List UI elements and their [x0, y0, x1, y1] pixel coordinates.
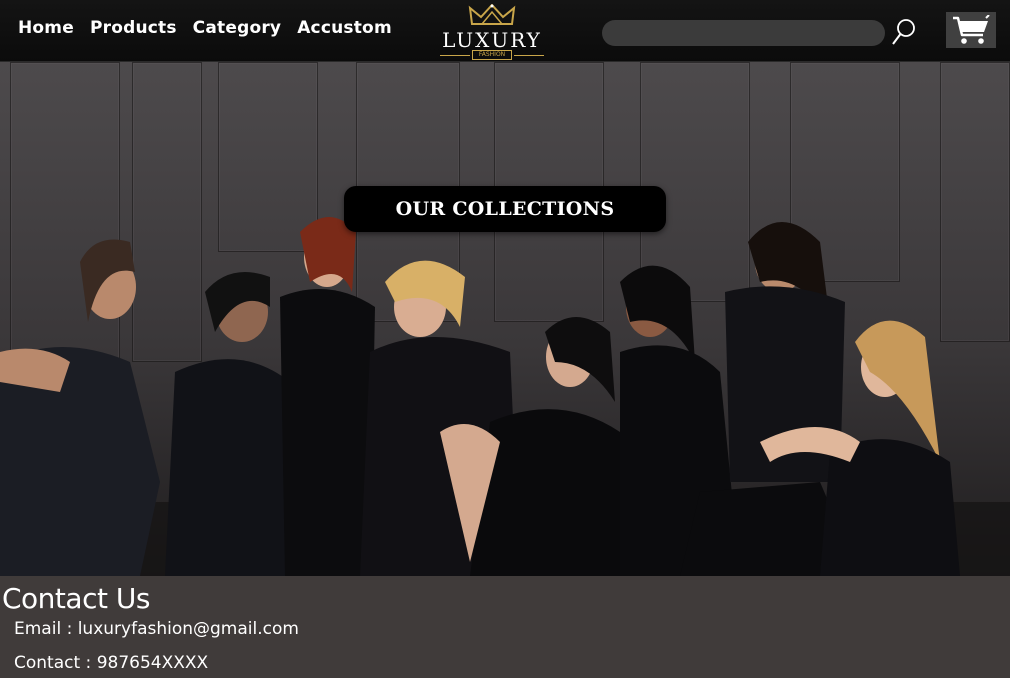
- contact-section: Contact Us Email : luxuryfashion@gmail.c…: [0, 576, 1010, 678]
- nav-accustom-link[interactable]: Accustom: [297, 18, 392, 38]
- cart-button[interactable]: [946, 12, 996, 48]
- models-group-illustration: [0, 217, 1010, 576]
- nav-products-link[interactable]: Products: [90, 18, 177, 38]
- logo-rule-right: [514, 55, 544, 56]
- phone-label: Contact :: [14, 653, 97, 673]
- contact-heading: Contact Us: [2, 582, 150, 615]
- main-nav: Home Products Category Accustom: [18, 18, 392, 38]
- contact-phone-row: Contact : 987654XXXX: [14, 653, 208, 673]
- nav-category-link[interactable]: Category: [193, 18, 282, 38]
- phone-value: 987654XXXX: [96, 653, 209, 673]
- email-value[interactable]: luxuryfashion@gmail.com: [78, 619, 299, 639]
- search-icon: [892, 19, 915, 45]
- logo-subtitle: FASHION: [472, 50, 512, 60]
- email-label: Email :: [14, 619, 78, 639]
- site-header: Home Products Category Accustom LUXURY F…: [0, 0, 1010, 62]
- hero-banner: OUR COLLECTIONS: [0, 62, 1010, 576]
- search-button[interactable]: [890, 16, 918, 48]
- logo-rule-left: [440, 55, 470, 56]
- our-collections-button[interactable]: OUR COLLECTIONS: [344, 186, 666, 232]
- search-input[interactable]: [602, 20, 885, 46]
- our-collections-label: OUR COLLECTIONS: [395, 198, 615, 220]
- nav-home-link[interactable]: Home: [18, 18, 74, 38]
- cart-icon: [953, 15, 990, 44]
- brand-logo[interactable]: LUXURY FASHION: [438, 4, 546, 60]
- contact-email-row: Email : luxuryfashion@gmail.com: [14, 619, 299, 639]
- logo-wordmark: LUXURY: [442, 28, 542, 52]
- crown-icon: [468, 4, 516, 25]
